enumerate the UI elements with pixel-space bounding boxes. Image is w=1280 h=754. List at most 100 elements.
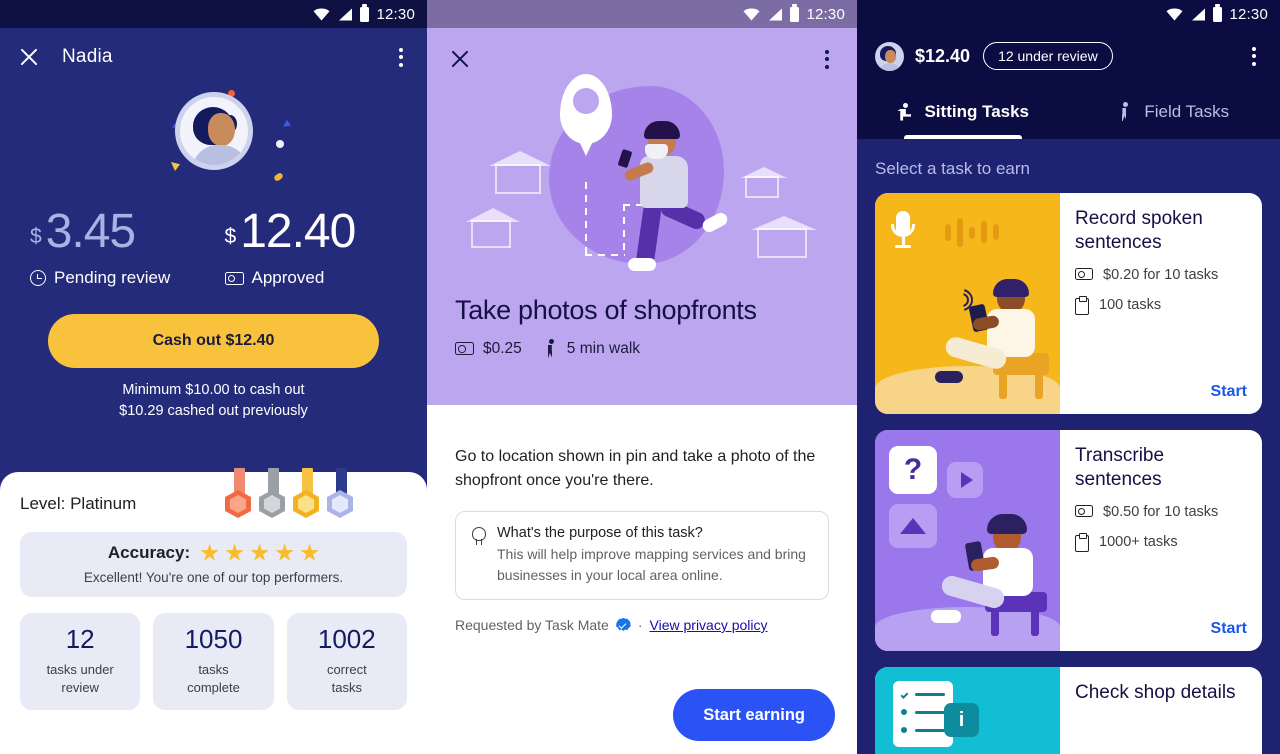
more-vert-icon[interactable] — [393, 42, 409, 73]
walking-icon — [545, 339, 558, 358]
task-card-body: Record spoken sentences $0.20 for 10 tas… — [1060, 193, 1262, 414]
minimum-note-line2: $10.29 cashed out previously — [119, 403, 308, 420]
task-pay: $0.25 — [483, 339, 522, 357]
money-icon — [455, 342, 474, 355]
task-hero: 12:30 Take photos of shopfronts $0.25 5 … — [427, 0, 857, 405]
task-title: Take photos of shopfronts — [455, 295, 757, 325]
task-card-transcribe-sentences[interactable]: ? Transcribe sentences $0.50 for 10 task… — [875, 430, 1262, 651]
task-card-start-button[interactable]: Start — [1075, 383, 1247, 414]
task-list-subtitle: Select a task to earn — [875, 159, 1030, 178]
walking-person-figure — [612, 118, 742, 288]
approved-amount: 12.40 — [240, 205, 356, 258]
balance-amount: $12.40 — [915, 45, 971, 66]
privacy-policy-link[interactable]: View privacy policy — [650, 617, 768, 633]
star-icon — [300, 543, 319, 561]
tab-field-tasks[interactable]: Field Tasks — [1069, 84, 1280, 139]
status-bar-time: 12:30 — [1229, 5, 1268, 23]
accuracy-label: Accuracy: — [107, 543, 191, 562]
clock-icon — [30, 270, 46, 286]
pending-label: Pending review — [54, 268, 171, 287]
tab-label: Field Tasks — [1144, 101, 1230, 121]
start-earning-button[interactable]: Start earning — [673, 689, 835, 741]
clipboard-icon — [1075, 295, 1089, 316]
purpose-answer: This will help improve mapping services … — [497, 546, 806, 583]
info-badge-icon: i — [944, 703, 979, 737]
status-bar: 12:30 — [427, 0, 857, 28]
app-bar — [427, 28, 857, 80]
tab-label: Sitting Tasks — [924, 101, 1030, 121]
close-icon[interactable] — [18, 46, 40, 68]
person-shoe — [931, 610, 961, 623]
accuracy-box: Accuracy: Excellent! You're one of our t… — [20, 532, 407, 597]
profile-screen: 12:30 Nadia $ 3.45 Pending review $ 12.4… — [0, 0, 427, 754]
task-card-title: Check shop details — [1075, 682, 1236, 703]
image-tile-icon — [889, 504, 937, 548]
purpose-question: What's the purpose of this task? — [497, 525, 703, 541]
user-name: Nadia — [62, 46, 113, 67]
stat-box: 12 tasks under review — [20, 613, 141, 711]
stat-value: 12 — [65, 624, 95, 654]
requested-by-row: Requested by Task Mate · View privacy po… — [455, 617, 829, 633]
status-bar: 12:30 — [0, 0, 427, 28]
more-vert-icon[interactable] — [1246, 41, 1262, 72]
lightbulb-icon — [471, 527, 486, 546]
cash-out-button[interactable]: Cash out $12.40 — [48, 314, 379, 368]
task-detail-screen: 12:30 Take photos of shopfronts $0.25 5 … — [427, 0, 857, 754]
task-walk-time: 5 min walk — [566, 339, 641, 357]
avatar[interactable] — [875, 41, 904, 71]
stat-value: 1002 — [317, 624, 376, 654]
stat-label-line2: tasks — [331, 679, 362, 695]
task-card-pay-row: $0.20 for 10 tasks — [1075, 266, 1247, 286]
person-shoe — [935, 371, 963, 383]
money-icon — [224, 271, 244, 285]
task-meta: $0.25 5 min walk — [427, 339, 857, 358]
tab-sitting-tasks[interactable]: Sitting Tasks — [857, 84, 1069, 139]
task-card-title: Transcribe sentences — [1075, 445, 1165, 490]
battery-icon — [360, 4, 370, 22]
signal-icon — [769, 8, 783, 20]
star-icon — [225, 543, 244, 561]
dot-separator: · — [637, 617, 643, 633]
task-card-check-shop-details[interactable]: i Check shop details — [875, 667, 1262, 754]
stat-label-line2: complete — [187, 679, 240, 695]
confetti-bar-yellow — [273, 171, 284, 183]
pending-amount: 3.45 — [45, 205, 136, 258]
task-list-screen: 12:30 $12.40 12 under review Sitting Tas… — [857, 0, 1280, 754]
avatar-body — [191, 145, 248, 165]
stat-box: 1050 tasks complete — [153, 613, 274, 711]
stool-leg — [999, 373, 1007, 399]
approved-currency: $ — [224, 225, 237, 248]
stats-card: Level: Platinum Accuracy: Excellent! You… — [0, 468, 427, 754]
star-icon — [200, 543, 219, 561]
approved-label: Approved — [251, 268, 325, 287]
task-card-count: 1000+ tasks — [1099, 534, 1178, 551]
signal-icon — [1192, 8, 1206, 20]
house-outline-icon — [489, 151, 551, 194]
task-card-pay: $0.50 for 10 tasks — [1103, 503, 1219, 520]
battery-icon — [1213, 4, 1223, 22]
task-list-header: 12:30 $12.40 12 under review Sitting Tas… — [857, 0, 1280, 139]
medal-group — [225, 468, 407, 518]
status-bar: 12:30 — [857, 0, 1280, 28]
walking-person-icon — [1119, 102, 1133, 121]
money-icon — [1075, 504, 1093, 517]
stat-label: correct tasks — [293, 661, 401, 696]
confetti-dot-white — [276, 140, 284, 148]
more-vert-icon[interactable] — [819, 44, 835, 75]
task-card-start-button[interactable]: Start — [1075, 620, 1247, 651]
person-hair — [987, 514, 1027, 534]
task-list-body: Select a task to earn Record spoken sent… — [857, 139, 1280, 754]
dashed-path — [585, 182, 587, 254]
waveform-bar — [981, 221, 987, 243]
close-icon[interactable] — [449, 48, 471, 70]
avatar — [174, 92, 253, 170]
minimum-note-line1: Minimum $10.00 to cash out — [122, 382, 305, 398]
under-review-chip[interactable]: 12 under review — [983, 42, 1113, 70]
pending-currency: $ — [30, 225, 42, 248]
confetti-triangle-yellow — [171, 162, 180, 171]
sitting-person-icon — [896, 102, 913, 121]
task-card-title: Record spoken sentences — [1075, 208, 1203, 253]
task-card-pay: $0.20 for 10 tasks — [1103, 266, 1219, 283]
task-card-record-spoken-sentences[interactable]: Record spoken sentences $0.20 for 10 tas… — [875, 193, 1262, 414]
task-card-body: Check shop details — [1060, 667, 1262, 754]
